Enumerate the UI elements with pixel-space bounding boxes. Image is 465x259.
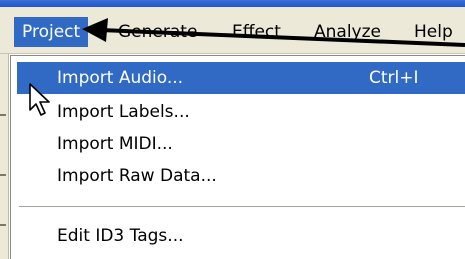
menu-item-import-raw-data[interactable]: Import Raw Data... (17, 160, 465, 192)
edge-tick (0, 174, 6, 176)
menu-item-edit-id3-tags[interactable]: Edit ID3 Tags... (17, 220, 465, 252)
arrow-cursor-icon (29, 83, 50, 116)
window-left-edge (0, 54, 9, 259)
title-bar-strip (0, 0, 465, 7)
edge-tick (0, 114, 6, 116)
menu-analyze[interactable]: Analyze (306, 17, 389, 47)
menu-item-import-labels[interactable]: Import Labels... (17, 96, 465, 128)
edge-tick (0, 224, 6, 226)
audacity-window: Project Generate Effect Analyze Help Imp… (0, 0, 465, 259)
menu-help[interactable]: Help (406, 17, 461, 47)
menu-item-label: Edit ID3 Tags... (57, 226, 184, 246)
menu-item-label: Import Labels... (57, 102, 190, 122)
menu-effect[interactable]: Effect (224, 17, 289, 47)
project-dropdown-menu: Import Audio... Ctrl+I Import Labels... … (10, 55, 465, 259)
menu-project[interactable]: Project (14, 17, 89, 47)
menu-item-label: Import MIDI... (57, 134, 173, 154)
menu-item-label: Import Raw Data... (57, 166, 217, 186)
menu-generate[interactable]: Generate (110, 17, 205, 47)
menu-item-import-midi[interactable]: Import MIDI... (17, 128, 465, 160)
menu-bar: Project Generate Effect Analyze Help (0, 7, 465, 54)
shortcut-label: Ctrl+I (369, 68, 419, 88)
menu-item-label: Import Audio... (57, 68, 184, 88)
menu-separator (19, 206, 465, 208)
menu-item-import-audio[interactable]: Import Audio... Ctrl+I (17, 62, 465, 94)
